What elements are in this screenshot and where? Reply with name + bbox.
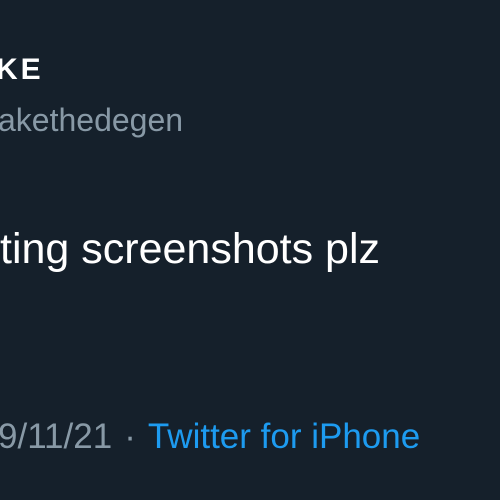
meta-separator: · xyxy=(124,417,136,456)
tweet-date[interactable]: 9/11/21 xyxy=(0,417,112,456)
tweet-source-link[interactable]: Twitter for iPhone xyxy=(148,417,420,456)
author-display-name[interactable]: KE xyxy=(0,52,44,88)
tweet-detail: KE akethedegen ting screenshots plz 9/11… xyxy=(0,0,500,500)
tweet-text: ting screenshots plz xyxy=(0,225,381,273)
tweet-meta: 9/11/21 · Twitter for iPhone xyxy=(0,417,420,457)
author-handle[interactable]: akethedegen xyxy=(0,101,183,139)
